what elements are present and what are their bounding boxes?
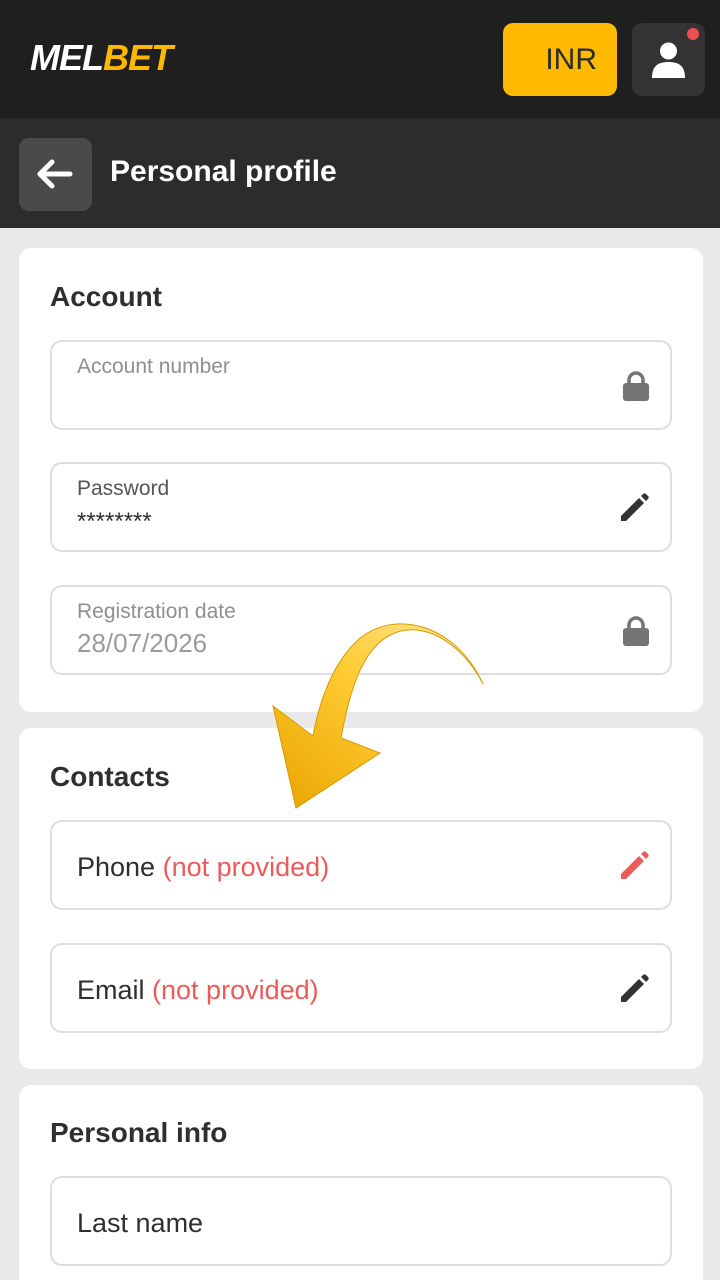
phone-status: (not provided) xyxy=(162,852,330,882)
page-title: Personal profile xyxy=(110,155,337,188)
user-icon xyxy=(652,42,685,78)
logo-text-bet: BET xyxy=(103,37,173,78)
contacts-section-title: Contacts xyxy=(50,761,170,792)
currency-button[interactable]: INR xyxy=(503,23,617,96)
email-status: (not provided) xyxy=(152,975,319,1005)
logo-text-mel: MEL xyxy=(30,37,104,78)
phone-text: Phone (not provided) xyxy=(77,850,329,884)
email-text: Email (not provided) xyxy=(77,973,319,1007)
pencil-icon[interactable] xyxy=(618,850,650,887)
lock-icon xyxy=(622,615,650,652)
personal-info-card: Personal info Last name xyxy=(19,1085,703,1280)
personal-info-section-title: Personal info xyxy=(50,1117,228,1148)
last-name-field[interactable]: Last name xyxy=(50,1176,672,1266)
notification-dot xyxy=(687,28,699,40)
account-number-field: Account number xyxy=(50,340,672,430)
pencil-icon[interactable] xyxy=(618,492,650,529)
pencil-icon[interactable] xyxy=(618,973,650,1010)
last-name-label: Last name xyxy=(77,1208,204,1238)
phone-label: Phone xyxy=(77,852,156,882)
email-label: Email xyxy=(77,975,145,1005)
account-section-title: Account xyxy=(50,281,162,312)
password-value: ******** xyxy=(77,508,152,535)
password-label: Password xyxy=(77,477,170,500)
page-header: Personal profile xyxy=(0,118,720,228)
phone-field[interactable]: Phone (not provided) xyxy=(50,820,672,910)
back-button[interactable] xyxy=(19,138,92,211)
email-field[interactable]: Email (not provided) xyxy=(50,943,672,1033)
lock-icon xyxy=(622,370,650,407)
top-bar: MELBET INR xyxy=(0,0,720,118)
profile-button[interactable] xyxy=(632,23,705,96)
password-field[interactable]: Password ******** xyxy=(50,462,672,552)
registration-date-value: 28/07/2026 xyxy=(77,628,208,658)
annotation-arrow-icon xyxy=(272,623,484,809)
registration-date-label: Registration date xyxy=(77,600,236,623)
arrow-left-icon xyxy=(37,159,73,189)
account-number-label: Account number xyxy=(77,355,230,378)
melbet-logo[interactable]: MELBET xyxy=(30,37,173,78)
